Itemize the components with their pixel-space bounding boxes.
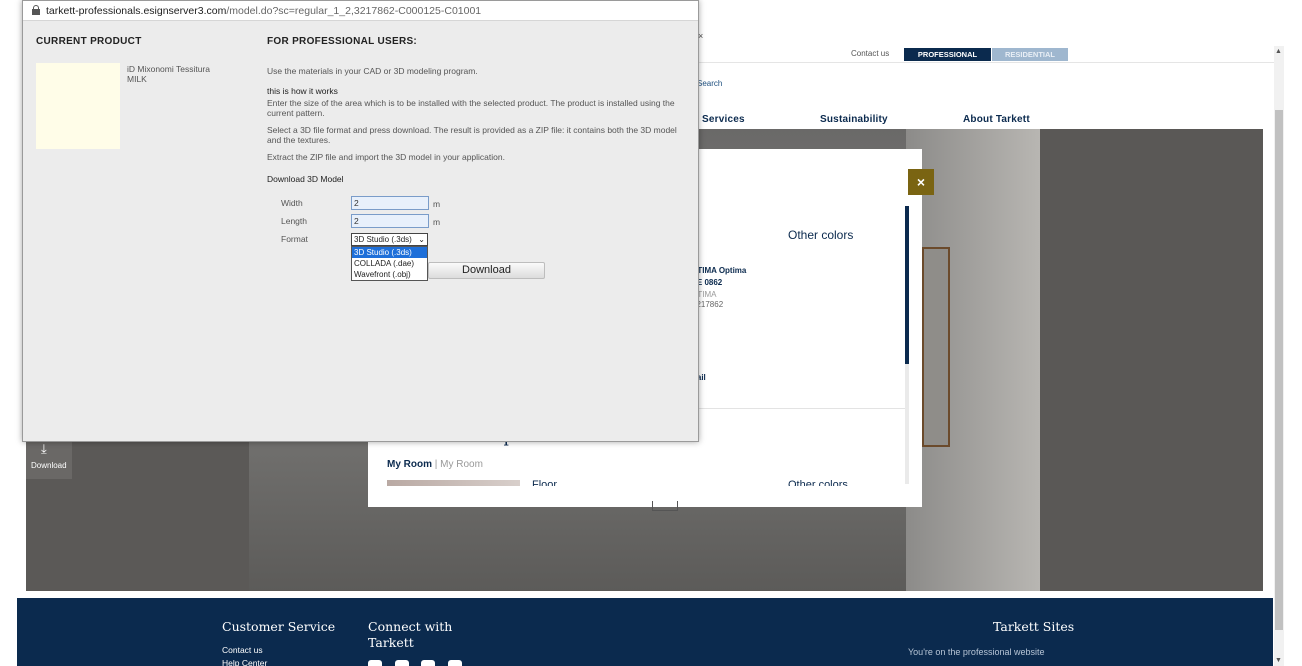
- product-name: iD Mixonomi Tessitura: [127, 64, 210, 74]
- facebook-icon[interactable]: [368, 660, 382, 666]
- nav-about-tarkett[interactable]: About Tarkett: [963, 114, 1030, 125]
- footer-contact-us[interactable]: Contact us: [222, 645, 263, 655]
- other-colors-link[interactable]: Other colors: [788, 228, 853, 242]
- tab-professional[interactable]: PROFESSIONAL: [904, 48, 991, 61]
- footer-help-center[interactable]: Help Center: [222, 658, 267, 666]
- how-it-works-heading: this is how it works: [267, 86, 338, 96]
- panel-scrollbar[interactable]: [905, 206, 909, 484]
- download-button[interactable]: Download: [428, 262, 545, 279]
- panel-scrollbar-thumb[interactable]: [905, 206, 909, 364]
- footer-customer-service: Customer Service: [222, 619, 336, 634]
- step-2-text: Select a 3D file format and press downlo…: [267, 125, 677, 145]
- my-room-separator: |: [432, 459, 441, 470]
- page-scrollbar[interactable]: ▲ ▼: [1274, 46, 1284, 666]
- length-label: Length: [281, 216, 307, 226]
- page-scrollbar-thumb[interactable]: [1275, 110, 1283, 630]
- url-domain: tarkett-professionals.esignserver3.com: [46, 5, 227, 17]
- format-label: Format: [281, 234, 308, 244]
- panel-bottom: [368, 486, 922, 507]
- current-product-heading: CURRENT PRODUCT: [36, 36, 142, 47]
- product-color: MILK: [127, 74, 147, 84]
- format-option-dae[interactable]: COLLADA (.dae): [352, 258, 427, 269]
- footer: Customer Service Contact us Help Center …: [17, 598, 1273, 666]
- length-unit: m: [433, 217, 441, 227]
- intro-text: Use the materials in your CAD or 3D mode…: [267, 66, 478, 76]
- linkedin-icon[interactable]: [421, 660, 435, 666]
- footer-professional-note: You're on the professional website: [908, 647, 1045, 657]
- footer-connect-line2: Tarkett: [368, 635, 414, 650]
- length-input[interactable]: [351, 214, 429, 228]
- nav-services[interactable]: Services: [702, 114, 745, 125]
- format-select[interactable]: 3D Studio (.3ds) ⌄: [351, 233, 428, 246]
- popup-close-icon[interactable]: ×: [698, 31, 703, 41]
- tab-residential[interactable]: RESIDENTIAL: [992, 48, 1068, 61]
- footer-connect-line1: Connect with: [368, 619, 453, 634]
- view-slider-handle[interactable]: [652, 501, 678, 511]
- format-option-obj[interactable]: Wavefront (.obj): [352, 269, 427, 280]
- panel-close-button[interactable]: ×: [908, 169, 934, 195]
- address-url[interactable]: tarkett-professionals.esignserver3.com/m…: [46, 5, 481, 17]
- step-1-text: Enter the size of the area which is to b…: [267, 98, 675, 118]
- scroll-up-icon[interactable]: ▲: [1275, 48, 1282, 55]
- format-option-3ds[interactable]: 3D Studio (.3ds): [352, 247, 427, 258]
- format-dropdown-list[interactable]: 3D Studio (.3ds) COLLADA (.dae) Wavefron…: [351, 246, 428, 281]
- width-label: Width: [281, 198, 303, 208]
- room-door: [922, 247, 950, 447]
- sidebar-download-button[interactable]: ⤓ Download: [26, 441, 72, 479]
- footer-tarkett-sites: Tarkett Sites: [993, 619, 1075, 634]
- lock-icon: [32, 5, 40, 15]
- search-link[interactable]: Search: [697, 79, 722, 88]
- download-icon: ⤓: [41, 441, 47, 456]
- top-bar: Contact us PROFESSIONAL RESIDENTIAL: [700, 48, 1274, 62]
- close-icon: ×: [916, 174, 926, 190]
- product-name-line1: PTIMA Optima: [692, 266, 747, 275]
- my-room-active[interactable]: My Room: [387, 459, 432, 470]
- nav-sustainability[interactable]: Sustainability: [820, 114, 888, 125]
- step-3-text: Extract the ZIP file and import the 3D m…: [267, 152, 505, 162]
- pinterest-icon[interactable]: [448, 660, 462, 666]
- download-3d-popup-window: tarkett-professionals.esignserver3.com/m…: [22, 0, 703, 442]
- format-selected-value: 3D Studio (.3ds): [354, 235, 412, 244]
- download-3d-heading: Download 3D Model: [267, 174, 344, 184]
- url-path: /model.do?sc=regular_1_2,3217862-C000125…: [226, 5, 482, 17]
- width-input[interactable]: [351, 196, 429, 210]
- product-swatch: [36, 63, 120, 149]
- sidebar-download-label: Download: [31, 461, 67, 470]
- width-unit: m: [433, 199, 441, 209]
- chevron-down-icon: ⌄: [418, 235, 425, 244]
- my-room-inactive[interactable]: My Room: [440, 459, 483, 470]
- scroll-down-icon[interactable]: ▼: [1275, 657, 1282, 664]
- address-bar[interactable]: tarkett-professionals.esignserver3.com/m…: [23, 1, 698, 21]
- my-room-breadcrumb: My Room | My Room: [387, 459, 483, 470]
- twitter-icon[interactable]: [395, 660, 409, 666]
- contact-us-link[interactable]: Contact us: [851, 49, 889, 58]
- professional-heading: FOR PROFESSIONAL USERS:: [267, 36, 418, 47]
